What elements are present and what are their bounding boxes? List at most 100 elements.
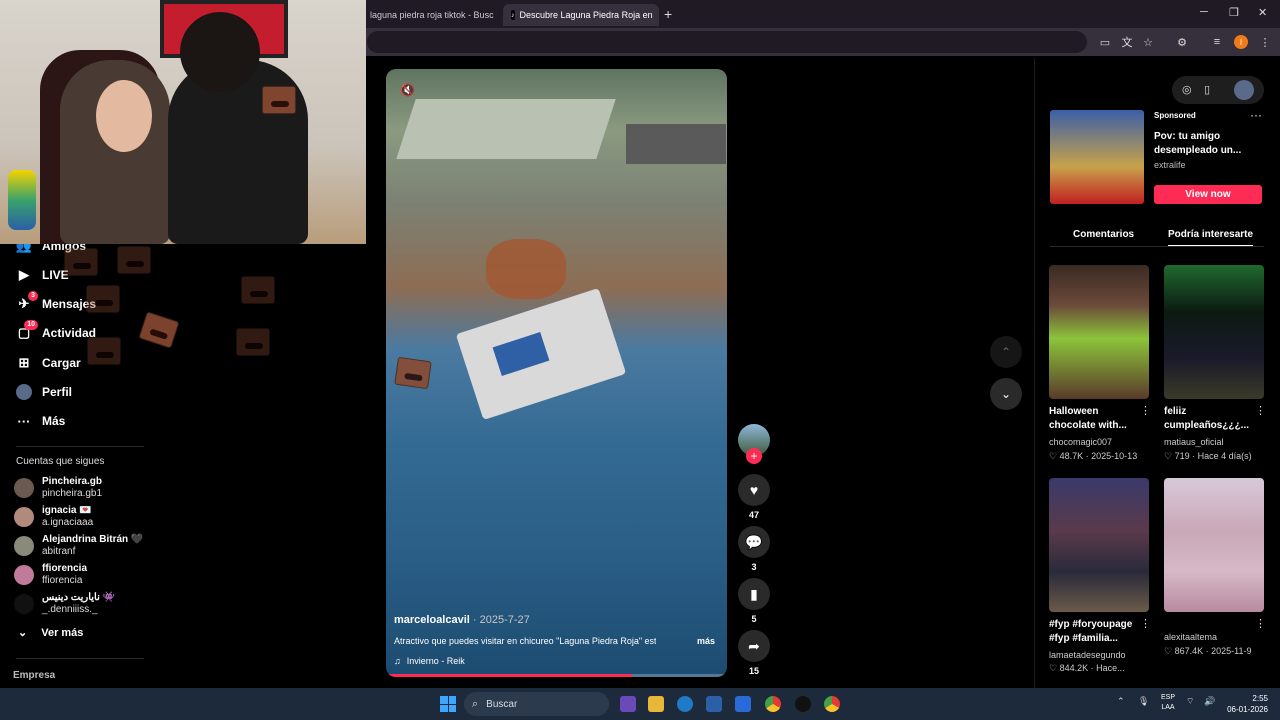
- chrome-icon[interactable]: [765, 696, 781, 712]
- windows-start-icon[interactable]: [440, 696, 456, 712]
- recommended-menu-icon[interactable]: ⋮: [1255, 617, 1266, 630]
- share-icon[interactable]: ➦: [738, 630, 770, 662]
- ad-title[interactable]: Pov: tu amigo desempleado un...: [1154, 130, 1254, 158]
- chrome-profile-icon[interactable]: [824, 696, 840, 712]
- sidebar-item-profile[interactable]: Perfil: [16, 381, 72, 403]
- volume-icon[interactable]: 🔊: [1204, 696, 1215, 707]
- sidebar-item-more[interactable]: ··· Más: [16, 410, 66, 432]
- video-player[interactable]: 🔇 marceloalcavil · 2025-7-27 Atractivo q…: [386, 69, 727, 677]
- following-handle: _.denniiiss._: [42, 604, 98, 615]
- recommended-thumbnail[interactable]: [1049, 265, 1149, 399]
- restore-icon[interactable]: ❐: [1229, 6, 1239, 19]
- sidebar-item-label: Perfil: [42, 385, 73, 399]
- extensions-icon[interactable]: ⚙: [1175, 35, 1189, 49]
- taskbar-clock[interactable]: 2:55 06-01-2026: [1224, 693, 1268, 715]
- recommended-user[interactable]: alexitaaltema: [1164, 632, 1217, 642]
- music-title: Invierno - Reik: [406, 656, 465, 666]
- bookmark-star-icon[interactable]: ☆: [1141, 35, 1155, 49]
- footer-link-empresa[interactable]: Empresa: [13, 670, 55, 681]
- video-progress-bar[interactable]: [386, 674, 727, 677]
- tab-search[interactable]: laguna piedra roja tiktok - Busc ×: [362, 4, 502, 26]
- following-item[interactable]: ignacia 💌 a.ignaciaaa: [14, 504, 93, 530]
- video-music[interactable]: ♫ Invierno - Reik: [394, 656, 465, 666]
- recommended-title[interactable]: feliiz cumpleaños¿¿¿...: [1164, 405, 1250, 433]
- recommended-menu-icon[interactable]: ⋮: [1140, 617, 1151, 630]
- sidebar-item-messages[interactable]: ✈ 3 Mensajes: [16, 291, 96, 315]
- microphone-icon[interactable]: 🎙: [1138, 696, 1149, 707]
- video-scene-roof: [626, 124, 726, 164]
- heart-outline-icon: ♡: [1049, 663, 1058, 673]
- store-icon[interactable]: [706, 696, 722, 712]
- previous-video-button[interactable]: ⌃: [990, 336, 1022, 368]
- share-action[interactable]: ➦ 15: [738, 630, 770, 676]
- heart-outline-icon: ♡: [1049, 451, 1058, 461]
- compass-icon[interactable]: ◎: [1182, 83, 1192, 96]
- obs-icon[interactable]: [795, 696, 811, 712]
- taskbar-search-placeholder: Buscar: [486, 698, 518, 710]
- recommended-user[interactable]: lamaetadesegundo: [1049, 650, 1126, 660]
- sidebar-item-label: Más: [42, 414, 66, 428]
- address-bar[interactable]: [367, 31, 1087, 53]
- minimize-icon[interactable]: ─: [1200, 6, 1208, 18]
- messages-icon: ✈ 3: [16, 291, 38, 312]
- sidebar-item-upload[interactable]: ⊞ Cargar: [16, 352, 81, 374]
- tab-suggested[interactable]: Podría interesarte: [1168, 229, 1254, 247]
- close-window-icon[interactable]: ✕: [1258, 6, 1267, 19]
- mail-icon[interactable]: [735, 696, 751, 712]
- ad-cta-button[interactable]: View now: [1154, 185, 1262, 204]
- taskbar-search[interactable]: ⌕ Buscar: [464, 692, 609, 716]
- sidebar-item-live[interactable]: ▶ LIVE: [16, 264, 69, 286]
- right-panel-toolbar: ◎ ▯: [1172, 76, 1264, 104]
- translate-icon[interactable]: 文: [1120, 35, 1134, 49]
- recommended-menu-icon[interactable]: ⋮: [1140, 404, 1151, 417]
- stat-separator: ·: [1085, 451, 1089, 461]
- recommended-user[interactable]: chocomagic007: [1049, 437, 1112, 447]
- edge-icon[interactable]: [677, 696, 693, 712]
- following-item[interactable]: Alejandrina Bitrán 🖤 abitranf: [14, 533, 143, 559]
- sticker-image: [138, 311, 180, 349]
- bookmark-icon[interactable]: ▮: [738, 578, 770, 610]
- recommended-thumbnail[interactable]: [1049, 478, 1149, 612]
- recommended-title[interactable]: Halloween chocolate with...: [1049, 405, 1135, 433]
- profile-avatar-icon[interactable]: I: [1234, 35, 1248, 49]
- next-video-button[interactable]: ⌄: [990, 378, 1022, 410]
- sidebar-item-activity[interactable]: ▢ 10 Actividad: [16, 320, 96, 344]
- tab-comments[interactable]: Comentarios: [1073, 229, 1134, 240]
- cast-icon[interactable]: ▭: [1098, 35, 1112, 49]
- see-more-button[interactable]: ⌄ Ver más: [18, 626, 84, 640]
- recommended-thumbnail[interactable]: [1164, 265, 1264, 399]
- video-author[interactable]: marceloalcavil · 2025-7-27: [394, 614, 530, 626]
- heart-icon[interactable]: ♥: [738, 474, 770, 506]
- following-item[interactable]: Pincheira.gb pincheira.gb1: [14, 475, 102, 501]
- recommended-thumbnail[interactable]: [1164, 478, 1264, 612]
- save-action[interactable]: ▮ 5: [738, 578, 770, 624]
- like-action[interactable]: ♥ 47: [738, 474, 770, 520]
- comment-icon[interactable]: 💬: [738, 526, 770, 558]
- following-item[interactable]: نایاریت دینیس 👾 _.denniiiss._: [14, 591, 115, 617]
- comment-action[interactable]: 💬 3: [738, 526, 770, 572]
- tray-overflow-icon[interactable]: ⌃: [1117, 696, 1125, 707]
- mobile-icon[interactable]: ▯: [1204, 83, 1210, 96]
- language-indicator[interactable]: ESP LAA: [1158, 693, 1178, 713]
- recommended-user[interactable]: matiaus_oficial: [1164, 437, 1224, 447]
- ad-menu-icon[interactable]: ···: [1250, 108, 1262, 122]
- copilot-icon[interactable]: [620, 696, 636, 712]
- recommended-stats: ♡ 48.7K · 2025-10-13: [1049, 451, 1137, 462]
- avatar[interactable]: [1234, 80, 1254, 100]
- tab-tiktok[interactable]: ♪ Descubre Laguna Piedra Roja en ×: [503, 4, 659, 26]
- following-item[interactable]: ffiorencia ffiorencia: [14, 562, 87, 588]
- webcam-overlay: [0, 0, 366, 244]
- wifi-icon[interactable]: ⌔: [1186, 696, 1194, 707]
- recommended-date: 2025-10-13: [1091, 451, 1138, 461]
- menu-kebab-icon[interactable]: ⋮: [1258, 35, 1272, 49]
- recommended-menu-icon[interactable]: ⋮: [1255, 404, 1266, 417]
- follow-plus-icon[interactable]: +: [746, 448, 762, 464]
- caption-more-button[interactable]: más: [697, 636, 715, 646]
- file-explorer-icon[interactable]: [648, 696, 664, 712]
- ad-thumbnail[interactable]: [1050, 110, 1144, 204]
- reading-list-icon[interactable]: ≡: [1210, 35, 1224, 49]
- see-more-label: Ver más: [41, 626, 84, 639]
- recommended-title[interactable]: #fyp #foryoupage #fyp #familia...: [1049, 618, 1135, 646]
- new-tab-button[interactable]: +: [664, 6, 672, 22]
- mute-icon[interactable]: 🔇: [400, 83, 415, 97]
